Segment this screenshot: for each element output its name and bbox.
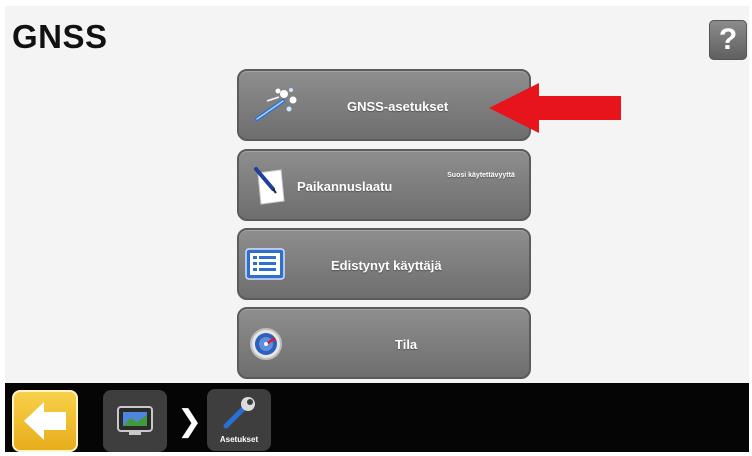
home-button[interactable]	[103, 390, 167, 452]
bottom-nav-bar: ❯ Asetukset	[5, 383, 749, 452]
wrench-icon	[223, 397, 255, 429]
display-icon	[117, 406, 153, 435]
advanced-user-label: Edistynyt käyttäjä	[331, 258, 442, 273]
breadcrumb-settings[interactable]: Asetukset	[207, 389, 271, 451]
back-arrow-icon	[24, 402, 66, 440]
list-settings-icon	[245, 248, 285, 285]
positioning-quality-button[interactable]: Paikannuslaatu Suosi käytettävyyttä	[237, 149, 531, 221]
positioning-quality-value: Suosi käytettävyyttä	[447, 172, 515, 179]
annotation-arrow	[489, 83, 621, 133]
positioning-quality-label: Paikannuslaatu	[297, 179, 393, 194]
gauge-icon	[249, 327, 283, 366]
advanced-user-button[interactable]: Edistynyt käyttäjä	[237, 228, 531, 300]
document-pen-icon	[253, 167, 289, 212]
breadcrumb-label: Asetukset	[219, 435, 259, 444]
gnss-screen: GNSS ? GNSS-asetukset Paikannuslaatu Suo…	[5, 6, 749, 452]
back-button[interactable]	[12, 390, 78, 452]
status-label: Tila	[395, 337, 418, 352]
page-title: GNSS	[12, 18, 108, 55]
help-button[interactable]: ?	[709, 20, 747, 60]
chevron-right-icon: ❯	[177, 405, 203, 438]
gnss-settings-label: GNSS-asetukset	[347, 99, 449, 114]
satellite-icon	[253, 87, 299, 130]
status-button[interactable]: Tila	[237, 307, 531, 379]
